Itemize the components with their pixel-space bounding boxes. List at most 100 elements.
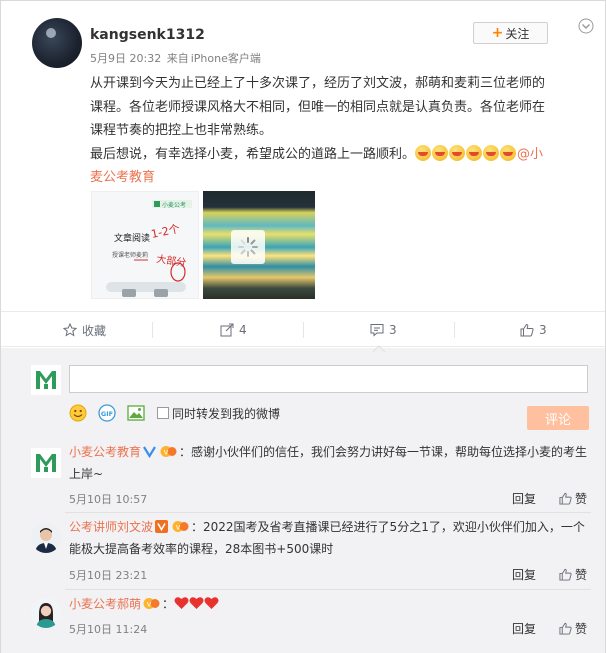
comment-avatar[interactable] <box>31 523 61 553</box>
favorite-button[interactable]: 收藏 <box>63 312 106 348</box>
post-line-1: 从开课到今天为止已经上了十多次课了，经历了刘文波，郝萌和麦莉三位老师的 <box>90 76 546 91</box>
plus-icon: + <box>491 25 504 41</box>
gif-icon[interactable]: GIF <box>98 404 116 422</box>
divider <box>152 322 153 338</box>
comment-text-line-2: 能极大提高备考效率的课程，28本图书+500课时 <box>69 542 334 556</box>
verified-icon <box>155 520 169 533</box>
post-line-4: 最后想说，有幸选择小麦，希望成公的道路上一路顺利。 @小 <box>90 143 590 167</box>
like-button[interactable]: 3 <box>520 312 547 348</box>
comment-date: 5月10日 10:57 <box>69 493 148 506</box>
comment-count: 3 <box>389 323 397 337</box>
favorite-label: 收藏 <box>82 323 107 338</box>
follow-label: 关注 <box>505 26 530 41</box>
emoji-icon <box>483 144 500 161</box>
comment-body: 小麦公考教育 v ：感谢小伙伴们的信任，我们会努力讲好每一节课，帮助每位选择小麦的考… <box>69 441 587 485</box>
mention-link-end[interactable]: 麦公考教育 <box>90 170 155 185</box>
comment-like-button[interactable]: 赞 <box>559 566 587 583</box>
post-source[interactable]: iPhone客户端 <box>191 52 261 65</box>
forward-checkbox[interactable] <box>157 407 169 419</box>
comment-divider <box>65 512 591 513</box>
divider <box>303 322 304 338</box>
comment-body: 公考讲师刘文波 v ：2022国考及省考直播课已经进行了5分之1了，欢迎小伙伴们加入… <box>69 516 585 560</box>
brand-logo-icon <box>36 454 56 472</box>
vip-icon: v <box>143 598 160 609</box>
emoji-icon <box>449 144 466 161</box>
chevron-down-icon[interactable] <box>578 18 594 34</box>
action-bar: 收藏 4 3 3 <box>1 311 605 347</box>
post-image-1[interactable]: 小麦公考 文章阅读 授课老师 麦莉 1-2个 大部分 <box>91 191 199 299</box>
comment-author[interactable]: 小麦公考教育 <box>69 445 141 459</box>
comment-like-label: 赞 <box>575 568 588 582</box>
post-date[interactable]: 5月9日 20:32 <box>90 52 161 65</box>
comment-divider <box>65 589 591 590</box>
person-avatar-image <box>31 523 61 553</box>
comment-like-button[interactable]: 赞 <box>559 490 587 507</box>
post-line-2: 课程。各位老师授课风格大不相同，但唯一的相同点就是认真负责。各位老师在 <box>90 99 546 115</box>
heart-icon <box>204 597 219 609</box>
comment-text-line-1: ：2022国考及省考直播课已经进行了5分之1了，欢迎小伙伴们加入，一个 <box>191 520 585 534</box>
thumbs-up-icon <box>559 568 572 581</box>
picture-icon[interactable] <box>127 404 145 422</box>
thumbs-up-icon <box>559 492 572 505</box>
forward-checkbox-label: 同时转发到我的微博 <box>172 407 281 421</box>
comment-body: 小麦公考郝萌 v ： <box>69 593 219 615</box>
comment-author[interactable]: 小麦公考郝萌 <box>69 597 141 611</box>
vip-icon: v <box>172 521 189 532</box>
svg-text:v: v <box>147 600 152 609</box>
brand-logo-icon <box>36 371 56 389</box>
caret-indicator <box>373 345 385 352</box>
comment-text-colon: ： <box>162 597 175 611</box>
svg-text:v: v <box>176 523 181 532</box>
person-avatar-image <box>31 598 61 628</box>
forward-button[interactable]: 4 <box>220 312 247 348</box>
slide-sub2: 麦莉 <box>136 251 148 259</box>
mention-link-start[interactable]: @小 <box>517 147 543 162</box>
slide-sub1: 授课老师 <box>112 251 136 259</box>
emoji-icon <box>415 144 432 161</box>
emoji-icon[interactable] <box>69 404 87 422</box>
reply-button[interactable]: 回复 <box>512 490 536 507</box>
post-meta: 5月9日 20:32 来自 iPhone客户端 <box>90 50 263 66</box>
emoji-icon <box>500 144 517 161</box>
slide-brand: 小麦公考 <box>162 201 186 209</box>
comment-icon <box>370 324 384 337</box>
slide-thumbnail: 小麦公考 文章阅读 授课老师 麦莉 1-2个 大部分 <box>92 192 198 298</box>
divider <box>454 322 455 338</box>
current-user-avatar <box>31 365 61 395</box>
comment-like-button[interactable]: 赞 <box>559 620 587 637</box>
heart-icon <box>189 597 204 609</box>
comment-avatar[interactable] <box>31 598 61 628</box>
weibo-post-card: kangsenk1312 5月9日 20:32 来自 iPhone客户端 + 关注… <box>0 0 606 653</box>
comment-like-label: 赞 <box>575 492 588 506</box>
forward-icon <box>220 323 234 337</box>
post-line-3: 课程节奏的把控上也非常熟练。 <box>90 123 273 138</box>
reply-button[interactable]: 回复 <box>512 620 536 637</box>
vip-icon: v <box>160 446 177 457</box>
comment-author[interactable]: 公考讲师刘文波 <box>69 520 153 534</box>
post-username[interactable]: kangsenk1312 <box>90 27 205 43</box>
comment-avatar[interactable] <box>31 448 61 478</box>
user-avatar[interactable] <box>32 18 82 68</box>
comment-date: 5月10日 23:21 <box>69 569 148 582</box>
comment-text-line-2: 上岸~ <box>69 467 104 481</box>
comment-button[interactable]: 3 <box>370 312 397 348</box>
loading-icon <box>231 230 265 264</box>
verified-icon <box>143 446 156 458</box>
like-count: 3 <box>539 323 547 337</box>
post-line-4-text: 最后想说，有幸选择小麦，希望成公的道路上一路顺利。 <box>90 146 416 162</box>
emoji-icon <box>432 144 449 161</box>
thumbs-up-icon <box>559 622 572 635</box>
comment-text-line-1: ：感谢小伙伴们的信任，我们会努力讲好每一节课，帮助每位选择小麦的考生 <box>179 445 588 459</box>
reply-button[interactable]: 回复 <box>512 566 536 583</box>
heart-icon <box>174 597 189 609</box>
comment-like-label: 赞 <box>575 622 588 636</box>
comment-input[interactable] <box>69 365 588 393</box>
star-icon <box>63 323 77 337</box>
comment-date: 5月10日 11:24 <box>69 623 148 636</box>
svg-text:GIF: GIF <box>101 410 113 418</box>
post-line-5: 麦公考教育 <box>90 166 590 190</box>
slide-title: 文章阅读 <box>114 232 150 244</box>
svg-text:v: v <box>164 448 169 457</box>
submit-comment-button[interactable]: 评论 <box>527 406 589 430</box>
follow-button[interactable]: + 关注 <box>473 22 548 44</box>
